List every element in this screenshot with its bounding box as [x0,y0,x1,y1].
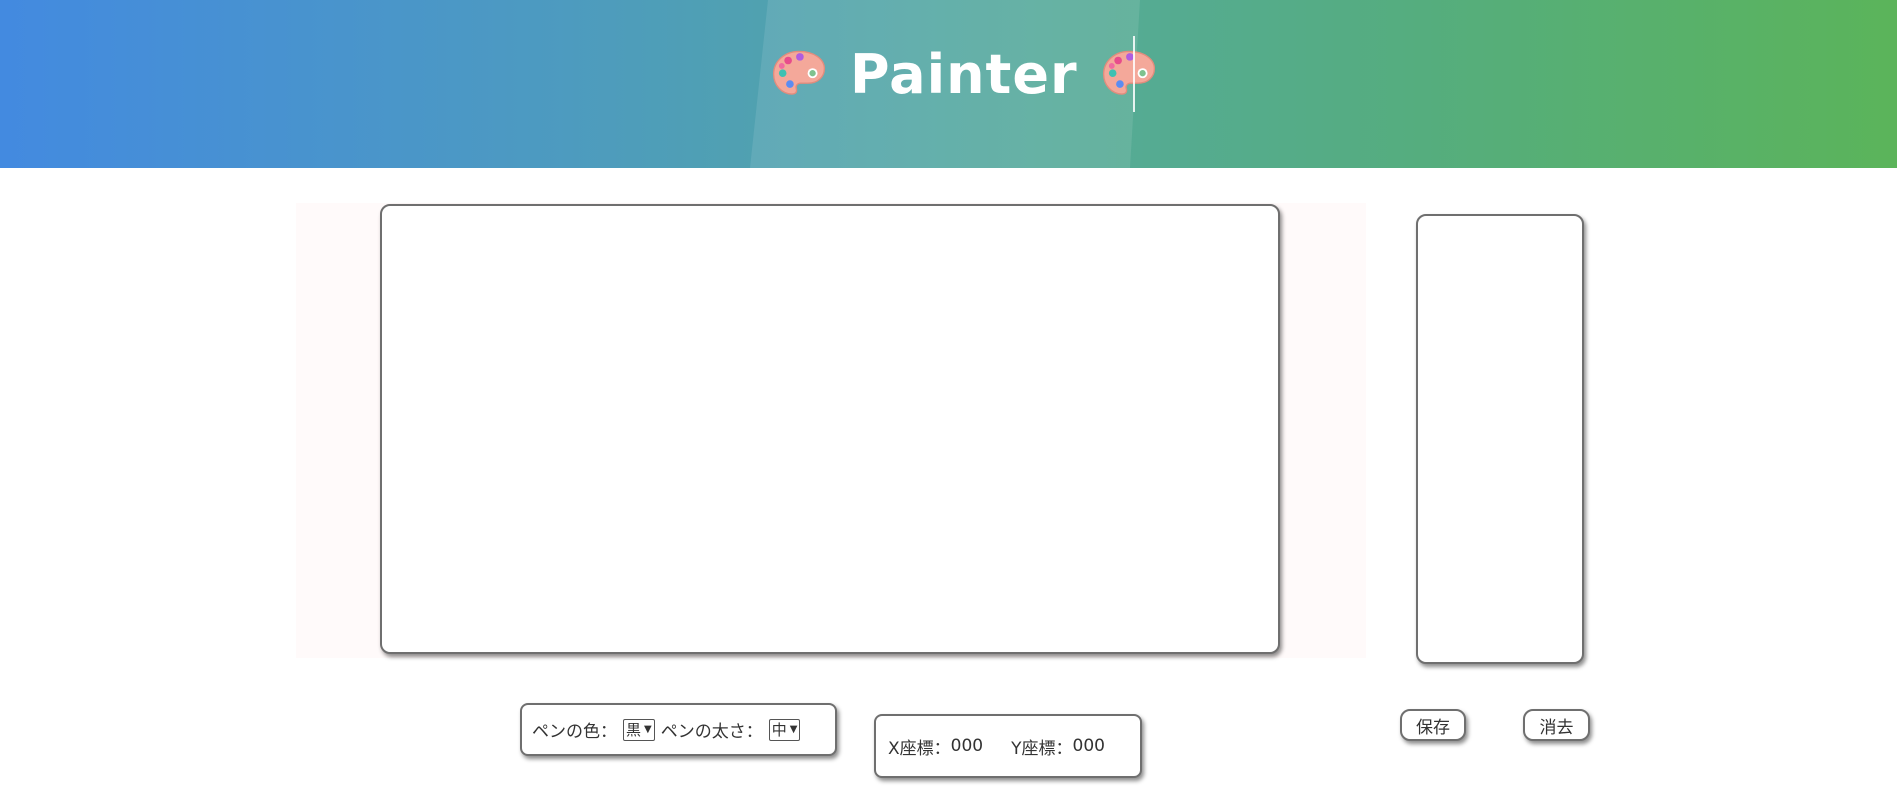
pen-width-select[interactable]: 中 ▼ [768,718,801,741]
save-button[interactable]: 保存 [1400,709,1466,741]
coordinate-display: X座標： 000 Y座標： 000 [874,714,1142,778]
pen-width-label: ペンの太さ： [660,722,763,742]
header-banner: Painter [0,0,1897,168]
pen-color-select[interactable]: 黒 ▼ [623,718,655,741]
text-cursor [1133,36,1135,112]
palette-icon [772,50,826,95]
palette-icon [1102,50,1155,95]
pen-color-value: 黒 [626,721,642,739]
pen-width-value: 中 [771,721,787,739]
x-coord-label: X座標： [888,738,951,759]
y-coord-value: 000 [1072,736,1105,756]
y-coord-label: Y座標： [1011,738,1073,759]
pen-settings: ペンの色： 黒 ▼ ペンの太さ： 中 ▼ [520,703,837,756]
app-title-group: Painter [770,38,1158,112]
clear-button[interactable]: 消去 [1523,709,1590,741]
page-title: Painter [850,43,1078,106]
drawing-canvas[interactable] [380,204,1280,654]
x-coord-value: 000 [950,736,984,756]
chevron-down-icon: ▼ [789,724,798,735]
preview-panel [1416,214,1584,664]
chevron-down-icon: ▼ [644,724,652,735]
pen-color-label: ペンの色： [532,722,617,742]
